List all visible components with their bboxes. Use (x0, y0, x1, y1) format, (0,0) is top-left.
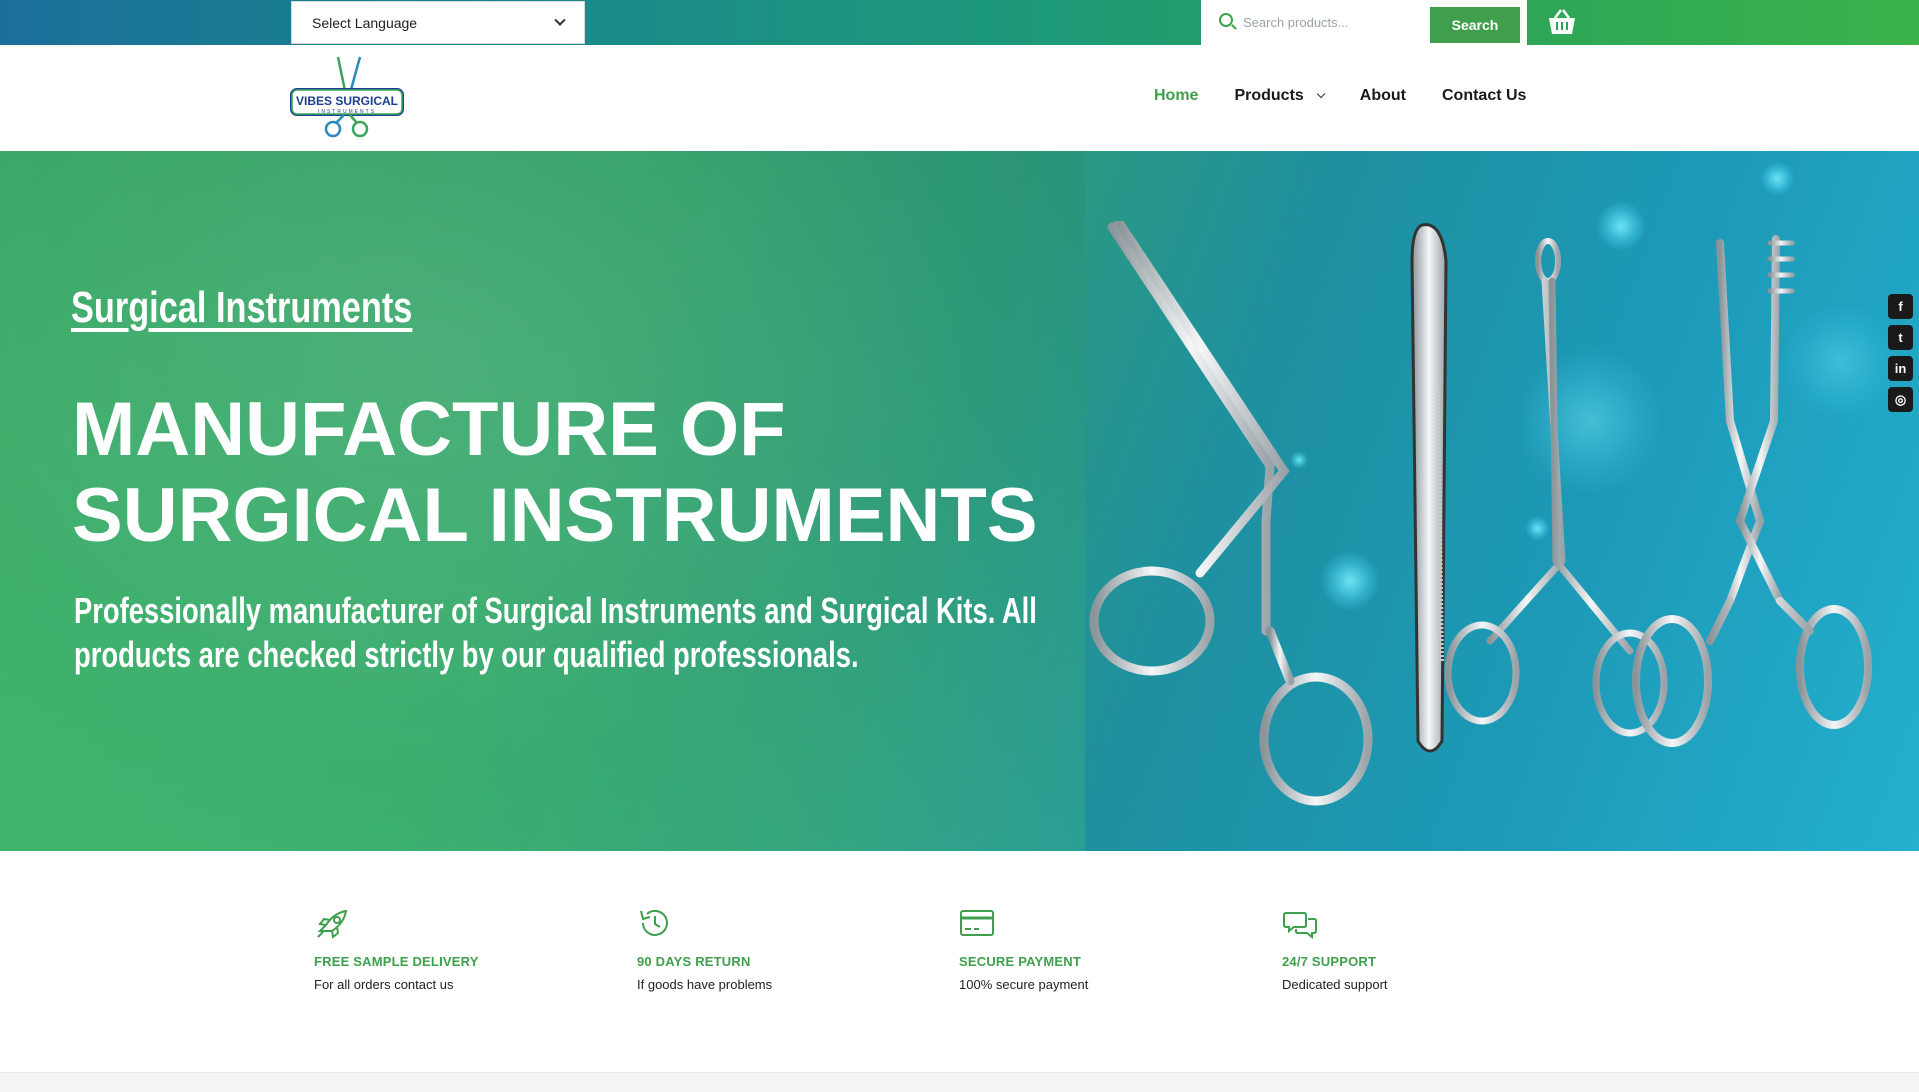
feature-description: 100% secure payment (959, 977, 1089, 992)
section-divider (0, 1072, 1919, 1092)
feature-description: For all orders contact us (314, 977, 454, 992)
instagram-icon[interactable]: ◎ (1888, 387, 1913, 412)
feature-secure-payment: SECURE PAYMENT 100% secure payment (959, 907, 1219, 992)
nav-contact-us[interactable]: Contact Us (1442, 87, 1526, 105)
search-icon (1219, 13, 1233, 27)
features-section: FREE SAMPLE DELIVERY For all orders cont… (0, 851, 1919, 1072)
feature-title: FREE SAMPLE DELIVERY (314, 954, 479, 969)
linkedin-icon[interactable]: in (1888, 356, 1913, 381)
bokeh-light (1760, 161, 1795, 196)
search-input[interactable] (1243, 8, 1423, 37)
logo-subtext: INSTRUMENTS (318, 109, 376, 115)
chat-icon (1283, 912, 1317, 940)
feature-description: If goods have problems (637, 977, 773, 992)
social-links: f t in ◎ (1888, 294, 1914, 412)
cart-basket-icon[interactable] (1546, 8, 1578, 36)
hero-description: Professionally manufacturer of Surgical … (74, 590, 1037, 675)
surgical-instruments-image (1089, 221, 1872, 806)
nav-home[interactable]: Home (1154, 87, 1198, 105)
feature-description: Dedicated support (1282, 977, 1388, 992)
product-search: Search (1201, 0, 1527, 45)
credit-card-icon (960, 910, 994, 936)
feature-title: SECURE PAYMENT (959, 954, 1081, 969)
history-icon (640, 909, 668, 936)
hero-subtitle: Surgical Instruments (71, 283, 413, 332)
chevron-down-icon (1316, 89, 1326, 99)
nav-products-label: Products (1234, 87, 1304, 104)
logo-text: VIBES SURGICAL (296, 94, 398, 108)
feature-24-7-support: 24/7 SUPPORT Dedicated support (1282, 907, 1542, 992)
feature-90-days-return: 90 DAYS RETURN If goods have problems (637, 907, 897, 992)
nav-about[interactable]: About (1360, 87, 1406, 105)
rocket-icon (317, 909, 348, 939)
main-nav: Home Products About Contact Us (1154, 87, 1562, 105)
feature-free-sample-delivery: FREE SAMPLE DELIVERY For all orders cont… (314, 907, 574, 992)
twitter-icon[interactable]: t (1888, 325, 1913, 350)
language-select-label: Select Language (312, 14, 418, 31)
search-button[interactable]: Search (1430, 7, 1520, 43)
chevron-down-icon (554, 14, 566, 26)
feature-title: 24/7 SUPPORT (1282, 954, 1377, 969)
hero-title-line-1: MANUFACTURE OF (72, 387, 786, 472)
language-select[interactable]: Select Language (291, 1, 585, 44)
facebook-icon[interactable]: f (1888, 294, 1913, 319)
nav-products[interactable]: Products (1234, 87, 1326, 105)
site-logo[interactable]: VIBES SURGICAL INSTRUMENTS (288, 55, 406, 141)
hero-title: MANUFACTURE OF SURGICAL INSTRUMENTS (72, 387, 1072, 559)
top-bar: Select Language Search (0, 0, 1919, 45)
hero-banner: Surgical Instruments MANUFACTURE OF SURG… (0, 151, 1919, 851)
hero-title-line-2: SURGICAL INSTRUMENTS (72, 473, 1038, 558)
feature-title: 90 DAYS RETURN (637, 954, 751, 969)
